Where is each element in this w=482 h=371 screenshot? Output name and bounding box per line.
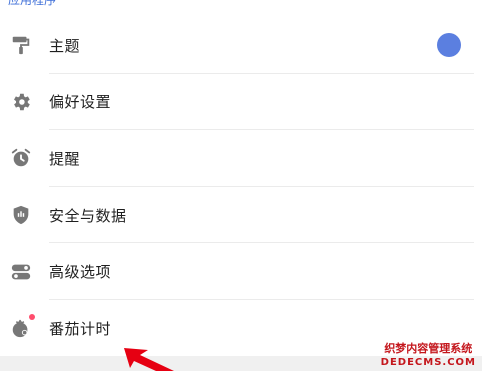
settings-item-label: 高级选项	[49, 263, 112, 282]
section-header: 应用程序	[8, 0, 57, 7]
settings-item-label: 偏好设置	[49, 93, 112, 112]
settings-item-label: 提醒	[49, 149, 81, 168]
toggle-icon	[9, 260, 33, 284]
settings-item-label: 番茄计时	[49, 319, 112, 338]
shield-icon	[9, 203, 33, 227]
settings-item-label: 主题	[49, 36, 81, 55]
paint-roller-icon	[9, 33, 33, 57]
watermark-line-2: DEDECMS.COM	[380, 357, 476, 368]
alarm-clock-icon	[9, 146, 33, 170]
settings-item-preferences[interactable]: 偏好设置	[0, 74, 482, 131]
notification-badge	[29, 314, 35, 321]
watermark-line-1: 织梦内容管理系统	[384, 342, 473, 355]
settings-item-label: 安全与数据	[49, 206, 127, 225]
settings-list: 主题 偏好设置 提醒 安全与数据 高级选项 番茄计时	[0, 17, 482, 357]
red-arrow-annotation	[124, 348, 174, 371]
settings-item-security-data[interactable]: 安全与数据	[0, 187, 482, 244]
settings-item-reminders[interactable]: 提醒	[0, 130, 482, 187]
watermark: 织梦内容管理系统 DEDECMS.COM	[381, 342, 476, 370]
gear-icon	[9, 90, 33, 114]
tomato-timer-icon	[9, 314, 35, 340]
settings-item-advanced[interactable]: 高级选项	[0, 243, 482, 300]
settings-item-theme[interactable]: 主题	[0, 17, 482, 74]
theme-color-indicator[interactable]	[437, 33, 461, 58]
